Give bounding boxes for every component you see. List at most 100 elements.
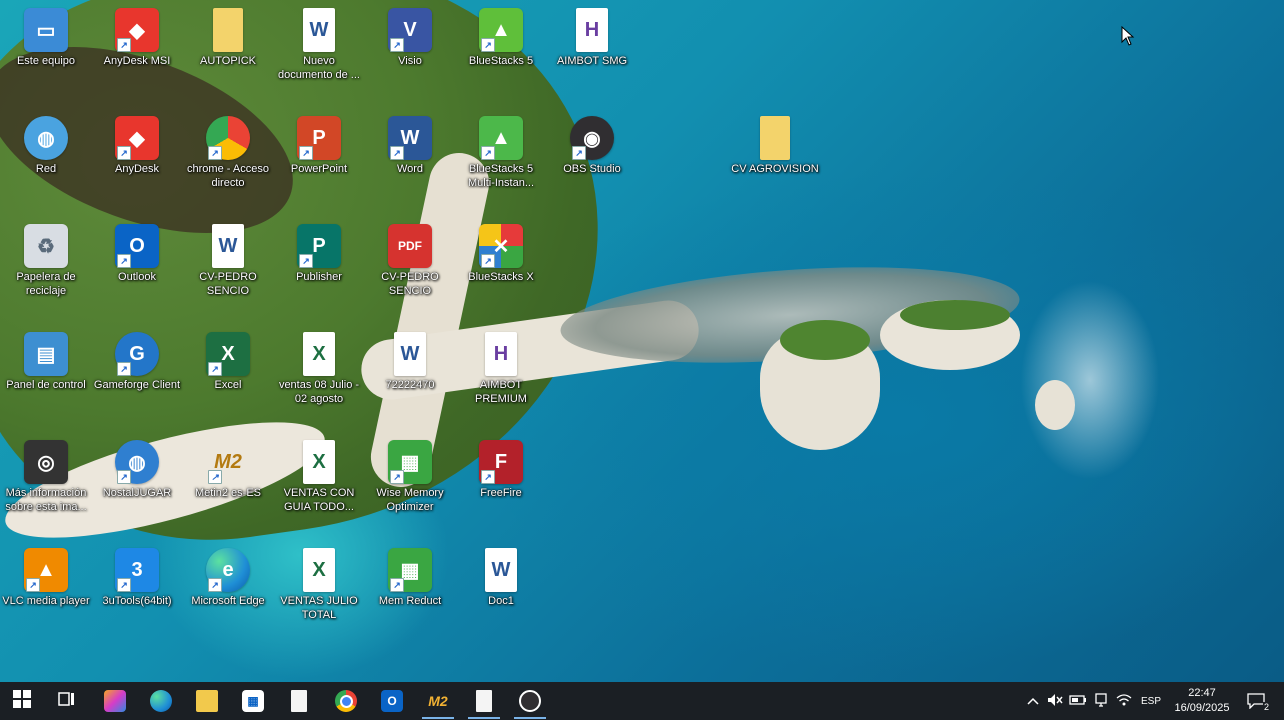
clock-date: 16/09/2025 — [1174, 702, 1230, 714]
desktop-icon-wise-memory-optimizer[interactable]: ▦ ↗ Wise Memory Optimizer — [364, 440, 456, 514]
store-button[interactable]: ▦ — [231, 682, 275, 720]
document-icon — [291, 690, 307, 712]
desktop-icon-cv-agrovision[interactable]: CV AGROVISION — [729, 116, 821, 176]
desktop-icon-visio[interactable]: V ↗ Visio — [364, 8, 456, 68]
notepad-button[interactable] — [277, 682, 321, 720]
desktop-icon-autopick[interactable]: AUTOPICK — [182, 8, 274, 68]
clock-time: 22:47 — [1188, 687, 1216, 699]
language-indicator: ESP — [1140, 695, 1161, 707]
desktop-icon-publisher[interactable]: P ↗ Publisher — [273, 224, 365, 284]
desktop-icon-panel-de-control[interactable]: ▤ Panel de control — [0, 332, 92, 392]
shortcut-arrow-icon: ↗ — [481, 254, 495, 268]
control-panel-icon: ▤ — [24, 332, 68, 376]
mem-reduct-icon: ▦ ↗ — [388, 548, 432, 592]
metin2-icon: M2 — [428, 693, 448, 709]
desktop-icon-ventas-julio-total[interactable]: X VENTAS JULIO TOTAL — [273, 548, 365, 622]
network-button[interactable] — [1114, 682, 1134, 720]
anydesk-icon: ◆ ↗ — [115, 8, 159, 52]
desktop-icon-bluestacks-5-multi-instan[interactable]: ▲ ↗ BlueStacks 5 Multi-Instan... — [455, 116, 547, 190]
shortcut-arrow-icon: ↗ — [481, 38, 495, 52]
desktop-icon-aimbot-premium[interactable]: H AIMBOT PREMIUM — [455, 332, 547, 406]
desktop-icon-papelera-de-reciclaje[interactable]: ♻ Papelera de reciclaje — [0, 224, 92, 298]
freefire-icon: F ↗ — [479, 440, 523, 484]
desktop-icon-nostaljugar[interactable]: ◍ ↗ NostalJUGAR — [91, 440, 183, 500]
publisher-icon: P ↗ — [297, 224, 341, 268]
volume-button[interactable] — [1045, 682, 1065, 720]
desktop[interactable]: ▭ Este equipo ◆ ↗ AnyDesk MSI AUTOPICK W Nuevo … — [0, 0, 1284, 682]
desktop-icon-mem-reduct[interactable]: ▦ ↗ Mem Reduct — [364, 548, 456, 608]
desktop-icon-outlook[interactable]: O ↗ Outlook — [91, 224, 183, 284]
notification-center-button[interactable]: 2 — [1242, 682, 1270, 720]
desktop-icon-72222470[interactable]: W 72222470 — [364, 332, 456, 392]
desktop-icon-chrome-acceso-directo[interactable]: ↗ chrome - Acceso directo — [182, 116, 274, 190]
desktop-icon-este-equipo[interactable]: ▭ Este equipo — [0, 8, 92, 68]
desktop-icon-aimbot-smg[interactable]: H AIMBOT SMG — [546, 8, 638, 68]
desktop-icon-obs-studio[interactable]: ◉ ↗ OBS Studio — [546, 116, 638, 176]
desktop-icon-bluestacks-x[interactable]: ✕ ↗ BlueStacks X — [455, 224, 547, 284]
desktop-icon-bluestacks-5[interactable]: ▲ ↗ BlueStacks 5 — [455, 8, 547, 68]
desktop-icon-ventas-con-guia-todo[interactable]: X VENTAS CON GUIA TODO... — [273, 440, 365, 514]
desktop-icon-doc1[interactable]: W Doc1 — [455, 548, 547, 608]
desktop-icon-label: Outlook — [118, 271, 156, 283]
shortcut-arrow-icon: ↗ — [208, 470, 222, 484]
edge-taskbar-button[interactable] — [139, 682, 183, 720]
device-button[interactable] — [1091, 682, 1111, 720]
input-language-button[interactable]: ESP — [1137, 682, 1165, 720]
powerpoint-icon: P ↗ — [297, 116, 341, 160]
chrome-taskbar-button[interactable] — [324, 682, 368, 720]
desktop-icon-cv-pedro-sencio[interactable]: W CV-PEDRO SENCIO — [182, 224, 274, 298]
file-explorer-button[interactable] — [185, 682, 229, 720]
edge-icon: e ↗ — [206, 548, 250, 592]
bluestacks-icon: ▲ ↗ — [479, 8, 523, 52]
folder-icon — [213, 8, 243, 52]
battery-button[interactable] — [1068, 682, 1088, 720]
desktop-icon-3utools-64bit[interactable]: 3 ↗ 3uTools(64bit) — [91, 548, 183, 608]
shortcut-arrow-icon: ↗ — [117, 146, 131, 160]
desktop-icon-label: ventas 08 Julio - 02 agosto — [278, 379, 360, 405]
outlook-taskbar-button[interactable]: O — [370, 682, 414, 720]
obs-taskbar-button[interactable] — [508, 682, 552, 720]
recycle-bin-icon: ♻ — [24, 224, 68, 268]
desktop-icon-label: VENTAS JULIO TOTAL — [280, 595, 358, 621]
desktop-icon-label: Nuevo documento de ... — [278, 55, 360, 81]
start-button[interactable] — [0, 682, 44, 720]
word-doc-icon: W — [394, 332, 426, 376]
task-view-button[interactable] — [45, 682, 89, 720]
shortcut-arrow-icon: ↗ — [208, 578, 222, 592]
desktop-icon-gameforge-client[interactable]: G ↗ Gameforge Client — [91, 332, 183, 392]
desktop-icon-vlc-media-player[interactable]: ▲ ↗ VLC media player — [0, 548, 92, 608]
desktop-icon-freefire[interactable]: F ↗ FreeFire — [455, 440, 547, 500]
word-icon: W ↗ — [388, 116, 432, 160]
desktop-icon-cv-pedro-sencio[interactable]: PDF CV-PEDRO SENCIO — [364, 224, 456, 298]
copilot-icon — [104, 690, 126, 712]
desktop-icon-anydesk-msi[interactable]: ◆ ↗ AnyDesk MSI — [91, 8, 183, 68]
desktop-icon-label: Más información sobre esta ima... — [5, 487, 87, 513]
shortcut-arrow-icon: ↗ — [299, 254, 313, 268]
chrome-icon: ↗ — [206, 116, 250, 160]
desktop-icon-powerpoint[interactable]: P ↗ PowerPoint — [273, 116, 365, 176]
show-hidden-icons-button[interactable] — [1024, 682, 1042, 720]
desktop-icon-label: Doc1 — [488, 595, 514, 607]
desktop-icon-m-s-informaci-n-sobre-esta-ima[interactable]: ◎ Más información sobre esta ima... — [0, 440, 92, 514]
desktop-icon-ventas-08-julio-02-agosto[interactable]: Xventas 08 Julio - 02 agosto — [273, 332, 365, 406]
desktop-icon-nuevo-documento-de[interactable]: W Nuevo documento de ... — [273, 8, 365, 82]
metin2-taskbar-button[interactable]: M2 — [416, 682, 460, 720]
copilot-button[interactable] — [93, 682, 137, 720]
desktop-icon-label: Microsoft Edge — [191, 595, 265, 607]
edge-icon — [150, 690, 172, 712]
shortcut-arrow-icon: ↗ — [208, 146, 222, 160]
clock[interactable]: 22:47 16/09/2025 — [1162, 686, 1242, 716]
desktop-icon-excel[interactable]: X ↗ Excel — [182, 332, 274, 392]
desktop-icon-label: Excel — [214, 379, 242, 391]
desktop-icon-metin2-es-es[interactable]: M2 ↗ Metin2 es-ES — [182, 440, 274, 500]
desktop-icon-microsoft-edge[interactable]: e ↗ Microsoft Edge — [182, 548, 274, 608]
desktop-icon-label: VENTAS CON GUIA TODO... — [283, 487, 355, 513]
desktop-icon-label: AnyDesk MSI — [103, 55, 171, 67]
folder-icon — [196, 690, 218, 712]
shortcut-arrow-icon: ↗ — [390, 146, 404, 160]
desktop-icon-red[interactable]: ◍ Red — [0, 116, 92, 176]
desktop-icon-anydesk[interactable]: ◆ ↗ AnyDesk — [91, 116, 183, 176]
shortcut-arrow-icon: ↗ — [299, 146, 313, 160]
desktop-icon-word[interactable]: W ↗ Word — [364, 116, 456, 176]
document-app-button[interactable] — [462, 682, 506, 720]
